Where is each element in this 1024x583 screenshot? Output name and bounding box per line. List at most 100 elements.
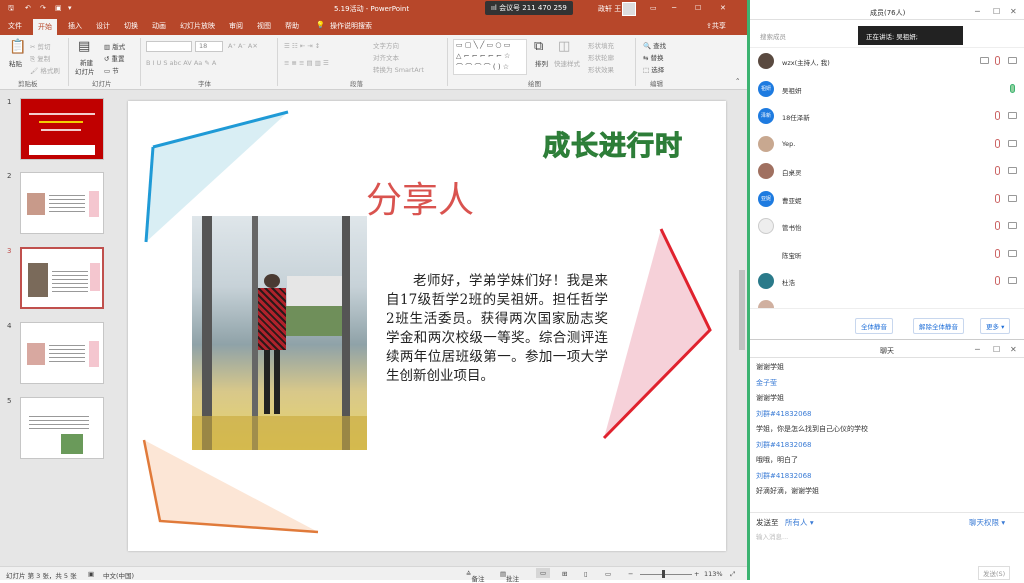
tab-animations[interactable]: 动画 [152,21,166,31]
select-button[interactable]: ⬚ 选择 [643,64,664,74]
comments-button[interactable]: ▤ 批注 [500,570,519,583]
screen-share-icon[interactable] [980,57,989,64]
camera-off-icon[interactable] [1008,140,1017,147]
fit-slide-icon[interactable]: ⤢ [730,570,735,579]
redo-icon[interactable]: ↷ [40,4,46,12]
language-status[interactable]: 中文(中国) [103,570,134,580]
new-slide-label[interactable]: 幻灯片 [75,66,95,76]
chat-sender[interactable]: 金子莹 [756,378,777,388]
reading-view-icon[interactable]: ▯ [584,570,588,578]
find-button[interactable]: 🔍 查找 [643,40,666,50]
member-search-input[interactable]: 搜索成员 [756,29,851,42]
send-button[interactable]: 发送(S) [978,566,1011,580]
replace-button[interactable]: ⇆ 替换 [643,52,664,62]
meeting-badge[interactable]: ııl 会议号 211 470 259 [485,1,573,15]
customize-icon[interactable]: ▾ [68,4,72,12]
proofing-icon[interactable]: ▣ [88,570,94,578]
minimize-icon[interactable]: ─ [975,345,980,354]
tab-file[interactable]: 文件 [8,21,22,31]
font-style-buttons[interactable]: B I U S abc AV Aa ✎ A [146,59,216,67]
more-button[interactable]: 更多 ▾ [980,318,1011,334]
tab-view[interactable]: 视图 [257,21,271,31]
member-row[interactable]: 亚妮 曹亚妮 [750,186,1024,213]
share-button[interactable]: ⇪共享 [706,21,726,31]
mic-active-icon[interactable] [1010,84,1015,93]
reset-button[interactable]: ↺ 重置 [104,53,125,63]
mic-muted-icon[interactable] [995,249,1000,258]
chat-sender[interactable]: 刘群#41832068 [756,440,812,450]
tab-review[interactable]: 审阅 [229,21,243,31]
camera-off-icon[interactable] [1008,57,1017,64]
slide-thumbnail-2[interactable] [20,172,104,234]
new-slide-icon[interactable]: ▤ [78,39,90,54]
arrange-icon[interactable]: ⧉ [534,39,543,54]
member-row[interactable]: Yep. [750,131,1024,158]
smartart-button[interactable]: 转换为 SmartArt [373,64,424,74]
scrollbar-thumb[interactable] [739,270,745,350]
member-row[interactable]: 陈宝昕 [750,241,1024,268]
copy-button[interactable]: ⎘ 复制 [30,53,50,64]
tab-help[interactable]: 帮助 [285,21,299,31]
font-size-select[interactable]: 18 [195,41,223,52]
slide-sorter-icon[interactable]: ⊞ [562,570,567,578]
zoom-level[interactable]: 113% [704,570,723,578]
slide-thumbnail-5[interactable] [20,397,104,459]
paste-button[interactable]: 粘贴 [9,58,22,68]
tab-design[interactable]: 设计 [96,21,110,31]
section-button[interactable]: ▭ 节 [104,65,119,75]
minimize-icon[interactable]: ─ [672,4,676,12]
ribbon-options-icon[interactable]: ▭ [650,4,657,12]
tab-insert[interactable]: 插入 [68,21,82,31]
zoom-in-icon[interactable]: + [694,570,699,578]
maximize-icon[interactable]: ☐ [993,345,1000,354]
zoom-slider[interactable] [640,574,692,575]
mic-muted-icon[interactable] [995,139,1000,148]
minimize-icon[interactable]: ─ [975,7,980,16]
camera-off-icon[interactable] [1008,195,1017,202]
slide-title[interactable]: 分享人 [366,171,474,223]
chat-sender[interactable]: 刘群#41832068 [756,471,812,481]
member-row[interactable]: 白桌灵 [750,158,1024,185]
chat-input[interactable]: 输入消息... [756,531,1018,561]
save-icon[interactable]: 🖫 [8,4,14,15]
align-buttons[interactable]: ≡ ≣ ≡ ▤ ▥ ☰ [284,59,329,67]
banner-title[interactable]: 成长进行时 [543,124,683,163]
camera-off-icon[interactable] [1008,112,1017,119]
collapse-ribbon-icon[interactable]: ⌃ [735,77,740,85]
camera-off-icon[interactable] [1008,250,1017,257]
slide-thumbnail-1[interactable] [20,98,104,160]
close-icon[interactable]: ✕ [1010,345,1017,354]
slide-thumbnail-3[interactable] [20,247,104,309]
camera-off-icon[interactable] [1008,222,1017,229]
shape-fill-button[interactable]: 形状填充 [588,40,614,50]
user-avatar[interactable] [622,2,636,16]
photo[interactable] [192,216,367,450]
slide-body-text[interactable]: 老师好，学弟学妹们好！我是来自17级哲学2班的吴祖妍。担任哲学2班生活委员。获得… [386,272,608,386]
mic-muted-icon[interactable] [995,221,1000,230]
mic-muted-icon[interactable] [995,276,1000,285]
member-row[interactable]: 管书怡 [750,213,1024,240]
close-icon[interactable]: ✕ [1010,7,1017,16]
slide-canvas[interactable]: 成长进行时 分享人 老师好，学弟学妹们好！我是来自17级哲学2班的吴祖妍。担任哲… [128,101,726,551]
slideshow-view-icon[interactable]: ▭ [605,570,611,578]
tab-home[interactable]: 开始 [33,19,57,35]
quick-styles-button[interactable]: 快速样式 [554,58,580,68]
close-icon[interactable]: ✕ [720,4,726,12]
mic-muted-icon[interactable] [995,56,1000,65]
shape-outline-button[interactable]: 形状轮廓 [588,52,614,62]
mic-muted-icon[interactable] [995,194,1000,203]
format-painter-button[interactable]: 🖌 格式刷 [30,65,60,75]
unmute-all-button[interactable]: 解除全体静音 [913,318,964,334]
member-row[interactable]: 祖妍 吴祖妍 [750,76,1024,103]
mic-muted-icon[interactable] [995,166,1000,175]
camera-off-icon[interactable] [1008,277,1017,284]
chat-sender[interactable]: 刘群#41832068 [756,409,812,419]
paste-icon[interactable]: 📋 [9,39,26,55]
layout-button[interactable]: ▥ 版式 [104,41,125,51]
chat-permission-button[interactable]: 聊天权限 ▾ [969,517,1005,528]
zoom-slider-thumb[interactable] [662,570,665,578]
zoom-out-icon[interactable]: − [628,570,633,578]
maximize-icon[interactable]: ☐ [695,4,701,12]
maximize-icon[interactable]: ☐ [993,7,1000,16]
cut-button[interactable]: ✂ 剪切 [30,41,51,51]
